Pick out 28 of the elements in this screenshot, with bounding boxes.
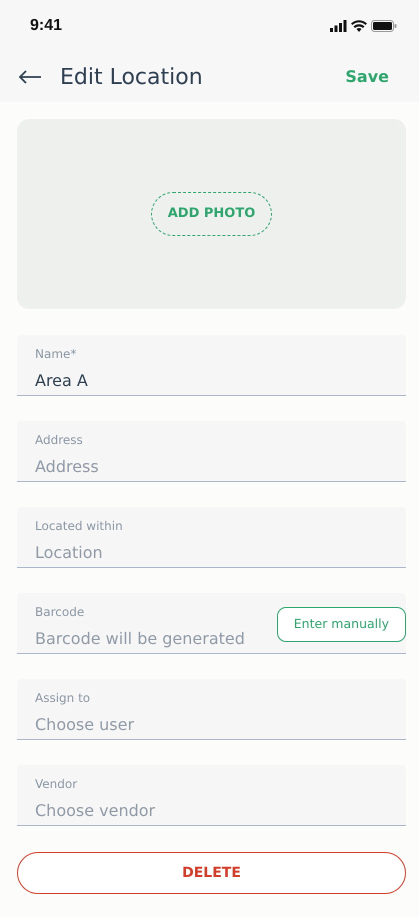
save-button[interactable]: Save	[345, 65, 389, 89]
page-title: Edit Location	[60, 64, 203, 92]
field-label: Address	[35, 432, 84, 449]
text-field[interactable]: Barcode Barcode will be generated Enter manually	[17, 593, 406, 654]
wifi-icon	[351, 20, 367, 32]
field-label: Assign to	[35, 690, 92, 707]
text-field[interactable]: Located within Location	[17, 507, 406, 568]
text-input[interactable]: Area A	[35, 369, 406, 393]
text-field[interactable]: Address Address	[17, 421, 406, 482]
back-arrow-icon[interactable]	[18, 70, 42, 84]
text-input[interactable]: Location	[35, 541, 406, 565]
delete-button[interactable]: DELETE	[17, 852, 406, 894]
add-photo-button[interactable]: ADD PHOTO	[150, 192, 272, 236]
signal-icon	[330, 20, 347, 32]
field-label: Barcode	[35, 604, 86, 621]
text-field[interactable]: Vendor Choose vendor	[17, 765, 406, 826]
text-input[interactable]: Barcode will be generated	[35, 627, 277, 651]
status-time: 9:41	[30, 16, 62, 36]
field-label: Name*	[35, 346, 78, 363]
field-label: Vendor	[35, 776, 78, 793]
text-field[interactable]: Name* Area A	[17, 335, 406, 396]
text-input[interactable]: Choose vendor	[35, 799, 406, 823]
battery-icon	[371, 20, 397, 32]
text-input[interactable]: Choose user	[35, 713, 406, 737]
enter-manually-button[interactable]: Enter manually	[276, 607, 406, 642]
text-input[interactable]: Address	[35, 455, 406, 479]
field-label: Located within	[35, 518, 124, 535]
text-field[interactable]: Assign to Choose user	[17, 679, 406, 740]
